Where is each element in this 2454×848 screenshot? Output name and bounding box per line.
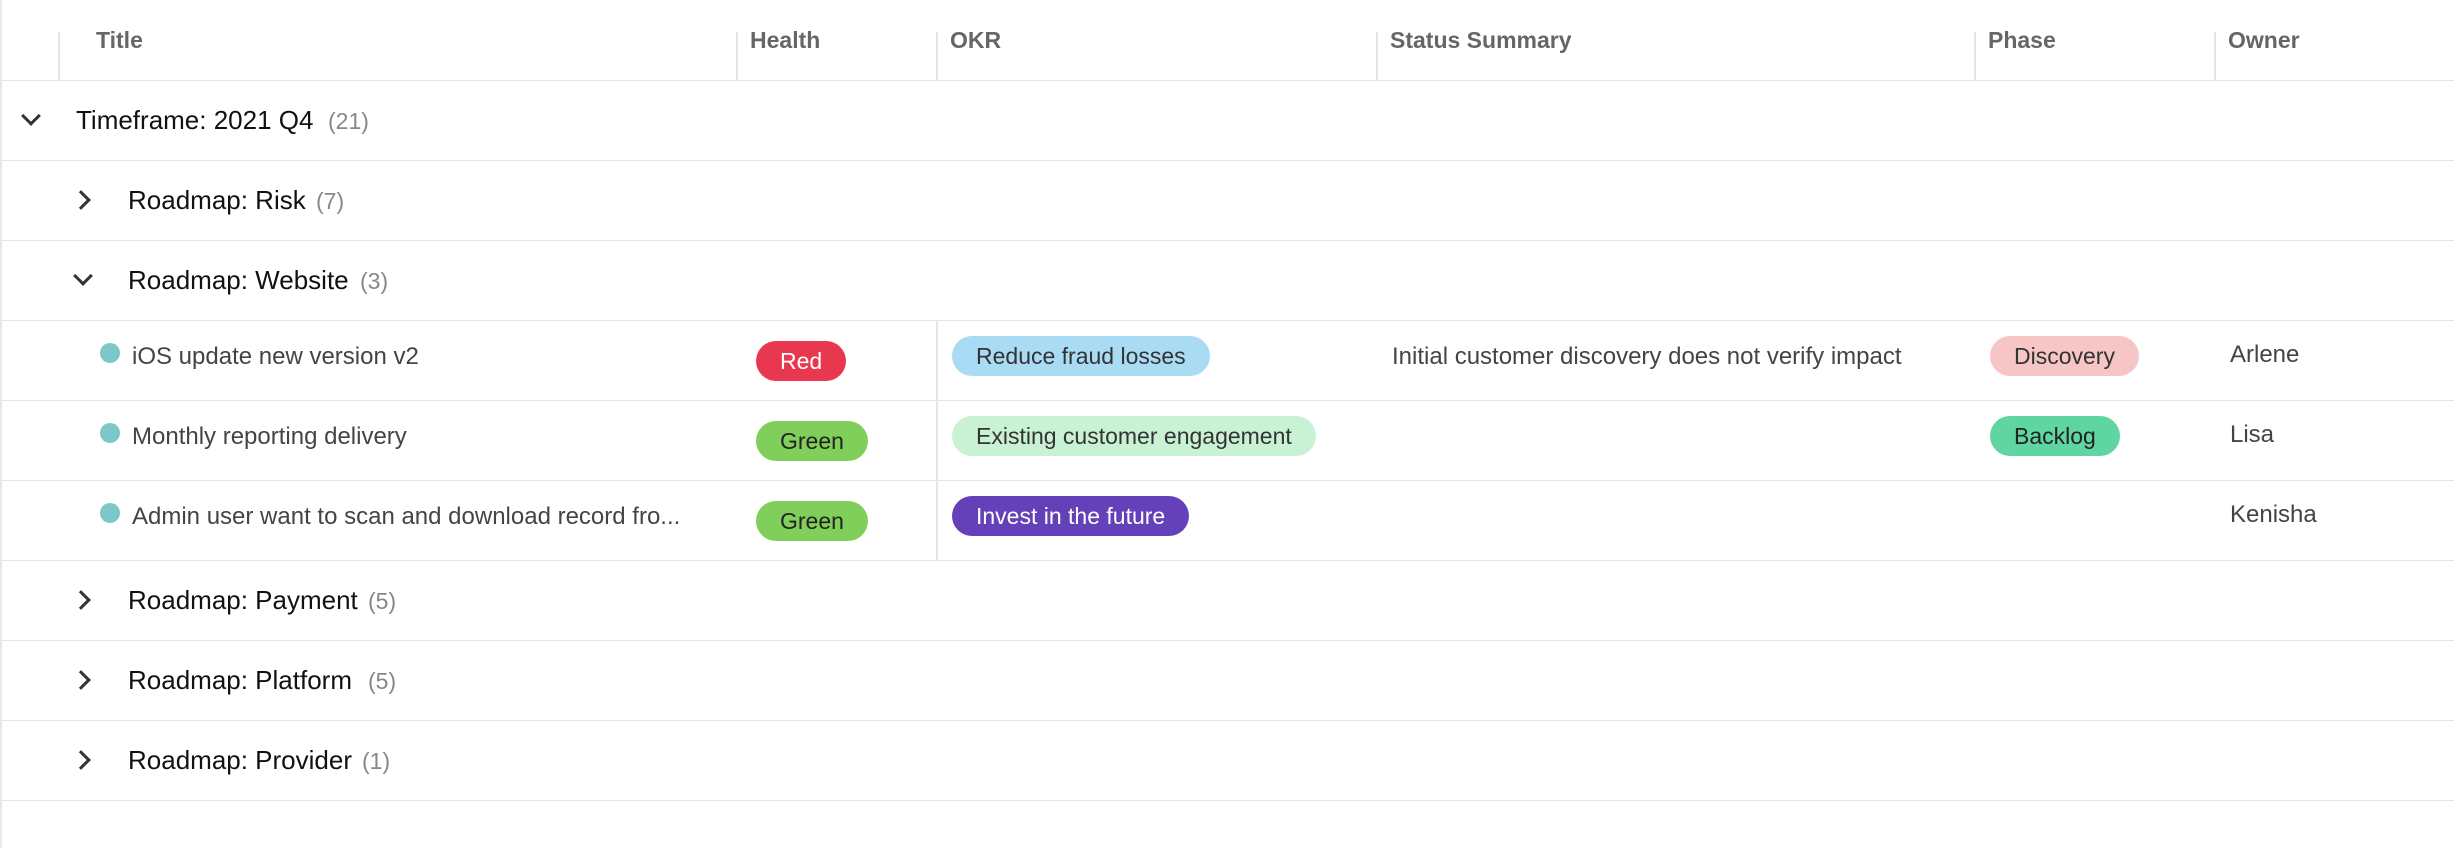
status-dot-icon [100,423,120,443]
cell-divider [936,401,938,481]
owner-name: Lisa [2230,421,2275,448]
column-divider[interactable] [936,32,938,80]
chevron-down-icon[interactable] [21,106,41,126]
table-row[interactable]: iOS update new version v2 Red Reduce fra… [2,321,2454,401]
group-label: Roadmap: Website [128,265,349,295]
cell-divider [936,481,938,561]
status-dot-icon [100,343,120,363]
chevron-right-icon[interactable] [71,190,91,210]
group-row-timeframe[interactable]: Timeframe: 2021 Q4 (21) [2,81,2454,161]
group-count: (5) [368,588,397,614]
group-count: (1) [362,748,391,774]
chevron-right-icon[interactable] [71,590,91,610]
group-row-roadmap-platform[interactable]: Roadmap: Platform (5) [2,641,2454,721]
column-header-phase[interactable]: Phase [1988,0,2056,80]
group-label: Roadmap: Payment [128,585,358,615]
grouped-table: Title Health OKR Status Summary Phase Ow… [0,0,2454,848]
group-count: (21) [328,108,369,134]
column-divider[interactable] [736,32,738,80]
column-header-okr[interactable]: OKR [950,0,1001,80]
item-title[interactable]: Admin user want to scan and download rec… [132,503,692,531]
group-row-roadmap-payment[interactable]: Roadmap: Payment (5) [2,561,2454,641]
cell-divider [936,321,938,401]
owner-name: Kenisha [2230,501,2317,528]
okr-tag[interactable]: Existing customer engagement [952,416,1316,456]
health-badge: Red [756,341,847,381]
table-row[interactable]: Admin user want to scan and download rec… [2,481,2454,561]
group-row-roadmap-provider[interactable]: Roadmap: Provider (1) [2,721,2454,801]
status-summary-text: Initial customer discovery does not veri… [1392,343,1902,370]
item-title[interactable]: iOS update new version v2 [132,343,692,371]
owner-name: Arlene [2230,341,2300,368]
column-header-owner[interactable]: Owner [2228,0,2300,80]
table-row[interactable]: Monthly reporting delivery Green Existin… [2,401,2454,481]
health-badge: Green [756,421,868,461]
status-dot-icon [100,503,120,523]
group-row-roadmap-website[interactable]: Roadmap: Website (3) [2,241,2454,321]
okr-tag[interactable]: Invest in the future [952,496,1190,536]
chevron-right-icon[interactable] [71,750,91,770]
phase-tag[interactable]: Discovery [1990,336,2139,376]
group-label: Roadmap: Platform [128,665,352,695]
column-divider[interactable] [58,32,60,80]
group-count: (3) [360,268,389,294]
column-divider[interactable] [1974,32,1976,80]
group-count: (7) [316,188,345,214]
column-header-title[interactable]: Title [96,0,143,80]
okr-tag[interactable]: Reduce fraud losses [952,336,1210,376]
group-count: (5) [368,668,397,694]
group-row-roadmap-risk[interactable]: Roadmap: Risk (7) [2,161,2454,241]
group-label: Timeframe: 2021 Q4 [76,105,314,135]
phase-tag[interactable]: Backlog [1990,416,2120,456]
group-label: Roadmap: Risk [128,185,306,215]
chevron-right-icon[interactable] [71,670,91,690]
table-header: Title Health OKR Status Summary Phase Ow… [2,0,2454,81]
group-label: Roadmap: Provider [128,745,352,775]
item-title[interactable]: Monthly reporting delivery [132,423,692,451]
column-divider[interactable] [1376,32,1378,80]
health-badge: Green [756,501,868,541]
column-divider[interactable] [2214,32,2216,80]
column-header-health[interactable]: Health [750,0,820,80]
chevron-down-icon[interactable] [73,266,93,286]
column-header-status-summary[interactable]: Status Summary [1390,0,1572,80]
